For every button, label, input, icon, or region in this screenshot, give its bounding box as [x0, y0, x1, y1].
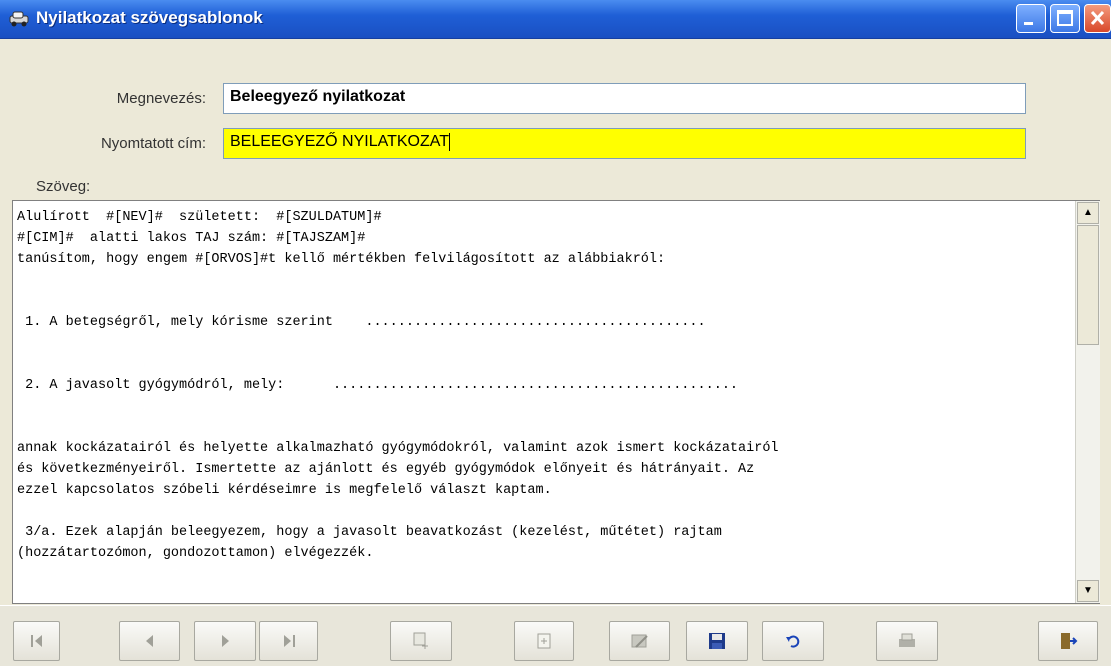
new-record-button[interactable]	[390, 621, 452, 661]
car-icon	[9, 11, 29, 27]
text-cursor	[449, 133, 451, 151]
first-record-button[interactable]	[13, 621, 60, 661]
undo-button[interactable]	[762, 621, 824, 661]
title-bar: Nyilatkozat szövegsablonok	[0, 0, 1111, 39]
previous-record-icon	[145, 635, 153, 647]
print-title-field[interactable]: BELEEGYEZŐ NYILATKOZAT	[223, 128, 1026, 159]
save-icon	[709, 633, 725, 649]
text-line: #[CIM]# alatti lakos TAJ szám: #[TAJSZAM…	[17, 231, 366, 246]
template-text-content: Alulírott #[NEV]# született: #[SZULDATUM…	[17, 207, 1077, 564]
exit-button[interactable]	[1038, 621, 1098, 661]
text-line: 2. A javasolt gyógymódról, mely: .......…	[17, 378, 739, 393]
text-line: és következményeiről. Ismertette az aján…	[17, 462, 755, 477]
name-label: Megnevezés:	[116, 90, 206, 107]
last-record-icon	[283, 635, 295, 647]
next-record-icon	[222, 635, 229, 647]
text-line: tanúsítom, hogy engem #[ORVOS]#t kellő m…	[17, 252, 666, 267]
print-title-label: Nyomtatott cím:	[100, 135, 206, 152]
minimize-icon	[1024, 22, 1033, 25]
first-record-icon	[30, 635, 42, 647]
next-record-button[interactable]	[194, 621, 256, 661]
navigator-toolbar	[0, 605, 1111, 666]
text-line: 1. A betegségről, mely kórisme szerint .…	[17, 315, 706, 330]
undo-icon	[786, 635, 800, 648]
text-line	[17, 501, 1077, 522]
window-title: Nyilatkozat szövegsablonok	[36, 8, 263, 27]
text-label: Szöveg:	[36, 178, 91, 195]
print-button[interactable]	[876, 621, 938, 661]
text-line: (hozzátartozómon, gondozottamon) elvégez…	[17, 546, 374, 561]
insert-record-icon	[537, 633, 551, 649]
text-line: ezzel kapcsolatos szóbeli kérdéseimre is…	[17, 483, 552, 498]
minimize-button[interactable]	[1016, 4, 1046, 33]
maximize-icon	[1057, 10, 1073, 26]
scrollbar-thumb[interactable]	[1077, 225, 1099, 345]
text-line	[17, 396, 1077, 417]
vertical-scrollbar[interactable]: ▲ ▼	[1075, 201, 1100, 603]
template-text-area[interactable]: Alulírott #[NEV]# született: #[SZULDATUM…	[12, 200, 1100, 604]
close-button[interactable]	[1084, 4, 1111, 33]
last-record-button[interactable]	[259, 621, 318, 661]
edit-record-icon	[631, 634, 648, 648]
text-line	[17, 417, 1077, 438]
edit-record-button[interactable]	[609, 621, 670, 661]
text-line	[17, 270, 1077, 291]
text-line: 3/a. Ezek alapján beleegyezem, hogy a ja…	[17, 525, 722, 540]
text-line	[17, 333, 1077, 354]
print-title-value: BELEEGYEZŐ NYILATKOZAT	[230, 133, 450, 151]
new-record-icon	[413, 632, 428, 649]
save-record-button[interactable]	[686, 621, 748, 661]
scroll-down-button[interactable]: ▼	[1077, 580, 1099, 602]
text-line: Alulírott #[NEV]# született: #[SZULDATUM…	[17, 210, 382, 225]
printer-icon	[899, 633, 915, 647]
exit-door-icon	[1061, 633, 1078, 649]
text-line: annak kockázatairól és helyette alkalmaz…	[17, 441, 779, 456]
text-line	[17, 354, 1077, 375]
insert-record-button[interactable]	[514, 621, 574, 661]
name-field[interactable]: Beleegyező nyilatkozat	[223, 83, 1026, 114]
text-line	[17, 291, 1077, 312]
previous-record-button[interactable]	[119, 621, 180, 661]
scroll-up-button[interactable]: ▲	[1077, 202, 1099, 224]
close-icon	[1090, 10, 1105, 26]
maximize-button[interactable]	[1050, 4, 1080, 33]
